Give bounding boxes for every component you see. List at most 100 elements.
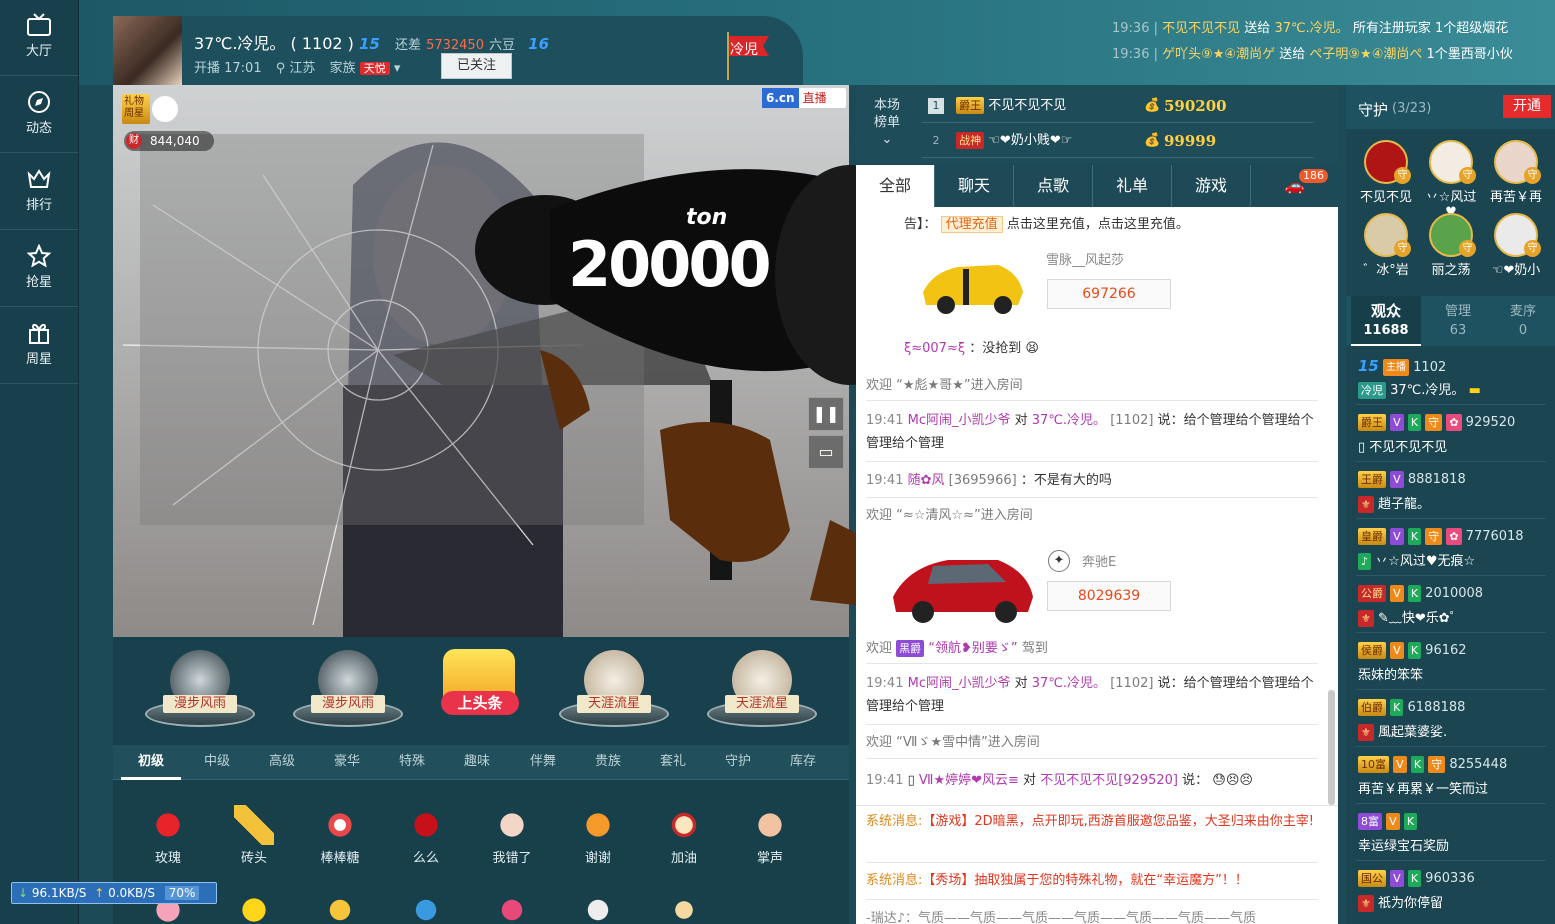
gift-tab[interactable]: 豪华 — [317, 745, 377, 780]
chat-user[interactable]: Mc阿闹_小凯少爷 — [908, 676, 1011, 691]
ticker-row[interactable]: 19:36 | ゲ吖头⑨★④潮尚ゲ 送给 ぺ子明⑨★④潮尚ぺ 1个墨西哥小伙 — [1104, 42, 1555, 68]
chat-to-label: 对 — [1023, 773, 1037, 788]
chat-text: ：不是有大的吗 — [1020, 473, 1112, 488]
audience-row[interactable]: 爵王 V K 守 ✿ 929520 ▯ 不见不见不见 — [1356, 406, 1546, 462]
gift-item[interactable] — [477, 890, 547, 924]
guard-member[interactable]: 守不见不见 — [1356, 140, 1416, 205]
chat-scrollbar[interactable] — [1328, 690, 1335, 805]
ticker-row[interactable]: 19:36 | 不见不见不见 送给 37℃.冷児。 所有注册玩家 1个超级烟花 — [1104, 16, 1555, 42]
tab-audience[interactable]: 观众 11688 — [1351, 296, 1421, 346]
chat-panel[interactable]: 告】： 代理充值 点击这里充值，点击这里充值。 雪脉__风起莎 697266 ξ… — [856, 207, 1338, 805]
recharge-tag[interactable]: 代理充值 — [940, 216, 1003, 233]
guard-member[interactable]: 守丽之荡 — [1421, 213, 1481, 278]
nav-weekstar[interactable]: 周星 — [0, 308, 78, 384]
gift-item[interactable] — [391, 890, 461, 924]
headline-button[interactable]: 上头条 — [433, 637, 543, 737]
tab-admins[interactable]: 管理 63 — [1423, 296, 1493, 346]
tab-song[interactable]: 点歌 — [1014, 165, 1093, 207]
gift-tab[interactable]: 初级 — [121, 745, 181, 780]
stage-seat[interactable]: 天涯流星 — [707, 637, 817, 737]
gift-tab[interactable]: 趣味 — [447, 745, 507, 780]
audience-row[interactable]: 伯爵 K 6188188 ⚜ 風起葉婆娑. — [1356, 691, 1546, 747]
gift-tab[interactable]: 特殊 — [382, 745, 442, 780]
gift-item[interactable]: 棒棒糖 — [305, 805, 375, 866]
tab-giftlist[interactable]: 礼单 — [1093, 165, 1172, 207]
gift-item[interactable] — [305, 890, 375, 924]
welcome-user[interactable]: “领航❥别要ゞ” — [928, 641, 1017, 656]
danmaku-toggle-button[interactable]: ▭ — [808, 435, 844, 469]
family-tag[interactable]: 天悦 — [359, 62, 390, 75]
rank-row[interactable]: 2 战神 ☜❤奶小贱❤☞ 💰 99999 — [922, 124, 1314, 158]
chat-user[interactable]: ξ≈007≈ξ — [904, 341, 965, 356]
system-message[interactable]: 系统消息:【秀场】抽取独属于您的特殊礼物，就在“幸运魔方”！！ — [866, 869, 1321, 892]
nav-rank[interactable]: 排行 — [0, 154, 78, 230]
follow-button[interactable]: 已关注 — [441, 53, 512, 79]
audience-row[interactable]: 王爵 V 8881818 ⚜ 趙子龍。 — [1356, 463, 1546, 519]
gift-tab[interactable]: 贵族 — [578, 745, 638, 780]
gift-item[interactable]: 掌声 — [735, 805, 805, 866]
gift-item[interactable]: 我错了 — [477, 805, 547, 866]
open-guard-button[interactable]: 开通 — [1503, 95, 1551, 118]
stage-seat[interactable]: 漫步风雨 — [145, 637, 255, 737]
rank-label[interactable]: 本场榜单 ⌄ — [862, 97, 912, 148]
gift-tab[interactable]: 中级 — [187, 745, 247, 780]
nav-grab-star[interactable]: 抢星 — [0, 231, 78, 307]
tab-chat[interactable]: 聊天 — [935, 165, 1014, 207]
audience-row[interactable]: 皇爵 V K 守 ✿ 7776018 ♪ 丷☆风过♥无痕☆ — [1356, 520, 1546, 576]
system-message[interactable]: 系统消息:【游戏】2D暗黑，点开即玩,西游首服邀您品鉴，大圣归来由你主宰! — [866, 810, 1321, 833]
guard-badge: 守 — [1459, 167, 1476, 184]
weekstar-badge[interactable]: 礼物周星 — [122, 94, 180, 126]
chat-target[interactable]: 37℃.冷児。 — [1032, 413, 1106, 428]
gift-tab[interactable]: 伴舞 — [513, 745, 573, 780]
chat-user[interactable]: Ⅶ★婷婷❤风云≡ — [919, 773, 1019, 788]
tab-all[interactable]: 全部 — [856, 165, 935, 207]
nav-feed[interactable]: 动态 — [0, 77, 78, 153]
gift-tab[interactable]: 库存 — [773, 745, 833, 780]
gift-tab[interactable]: 高级 — [252, 745, 312, 780]
guard-member[interactable]: 守再苦￥再 — [1486, 140, 1546, 205]
guard-count: (3/23) — [1392, 101, 1432, 116]
guard-member[interactable]: 守丷☆风过♥ — [1421, 140, 1481, 220]
rank-row[interactable]: 1 爵王 不见不见不见 💰 590200 — [922, 89, 1314, 123]
welcome-prefix: 欢迎 — [866, 641, 893, 656]
recharge-link[interactable]: 点击这里充值，点击这里充值。 — [1007, 217, 1189, 232]
gift-item[interactable] — [219, 890, 289, 924]
pause-button[interactable]: ❚❚ — [808, 397, 844, 431]
audience-row[interactable]: 侯爵 V K 96162 炁妹的笨笨 — [1356, 634, 1546, 690]
gift-tab[interactable]: 套礼 — [643, 745, 703, 780]
tab-label: 麦序 — [1509, 304, 1536, 319]
noble-badge: 王爵 — [1358, 471, 1386, 488]
gift-item[interactable]: 加油 — [649, 805, 719, 866]
chat-target[interactable]: 37℃.冷児。 — [1032, 676, 1106, 691]
anchor-avatar[interactable] — [113, 16, 182, 85]
gift-item[interactable] — [563, 890, 633, 924]
guard-member[interactable]: 守゛冰°岩 — [1356, 213, 1416, 278]
level-gap-label: 还差 — [394, 38, 421, 53]
audience-row[interactable]: 国公 V K 960336 ⚜ 祇为你停留 — [1356, 862, 1546, 918]
gift-item[interactable]: 谢谢 — [563, 805, 633, 866]
chat-target[interactable]: 不见不见不见[929520] — [1040, 773, 1178, 788]
guard-badge: 守 — [1394, 240, 1411, 257]
chat-user[interactable]: 随✿风 — [908, 473, 945, 488]
gift-item[interactable] — [649, 890, 719, 924]
audience-row[interactable]: 8富 V K 幸运绿宝石奖励 — [1356, 805, 1546, 861]
tab-mic-queue[interactable]: 麦序 0 — [1491, 296, 1555, 346]
guard-avatar: 守 — [1494, 140, 1541, 184]
tab-car[interactable]: 🚗 186 — [1251, 165, 1338, 207]
gift-item[interactable]: 玫瑰 — [133, 805, 203, 866]
guard-member[interactable]: 守 ☜❤奶小 — [1486, 213, 1546, 278]
audience-row[interactable]: 10富 V K 守 8255448 再苦￥再累￥一笑而过 — [1356, 748, 1546, 804]
gift-tab[interactable]: 守护 — [708, 745, 768, 780]
gift-item[interactable]: 砖头 — [219, 805, 289, 866]
chevron-down-icon[interactable]: ▾ — [394, 61, 401, 76]
stage-seat[interactable]: 漫步风雨 — [293, 637, 403, 737]
gift-item[interactable]: 么么 — [391, 805, 461, 866]
chat-user[interactable]: Mc阿闹_小凯少爷 — [908, 413, 1011, 428]
audience-row[interactable]: 公爵 V K 2010008 ⚜ ✎﹏快❤乐✿゜ — [1356, 577, 1546, 633]
nav-hall[interactable]: 大厅 — [0, 0, 78, 76]
divider — [866, 862, 1318, 863]
audience-row[interactable]: 15 主播 1102 冷児 37℃.冷児。 ▬ — [1356, 349, 1546, 405]
stage-seat[interactable]: 天涯流星 — [559, 637, 669, 737]
family-tag-icon: ♪ — [1358, 553, 1372, 570]
tab-game[interactable]: 游戏 — [1172, 165, 1251, 207]
